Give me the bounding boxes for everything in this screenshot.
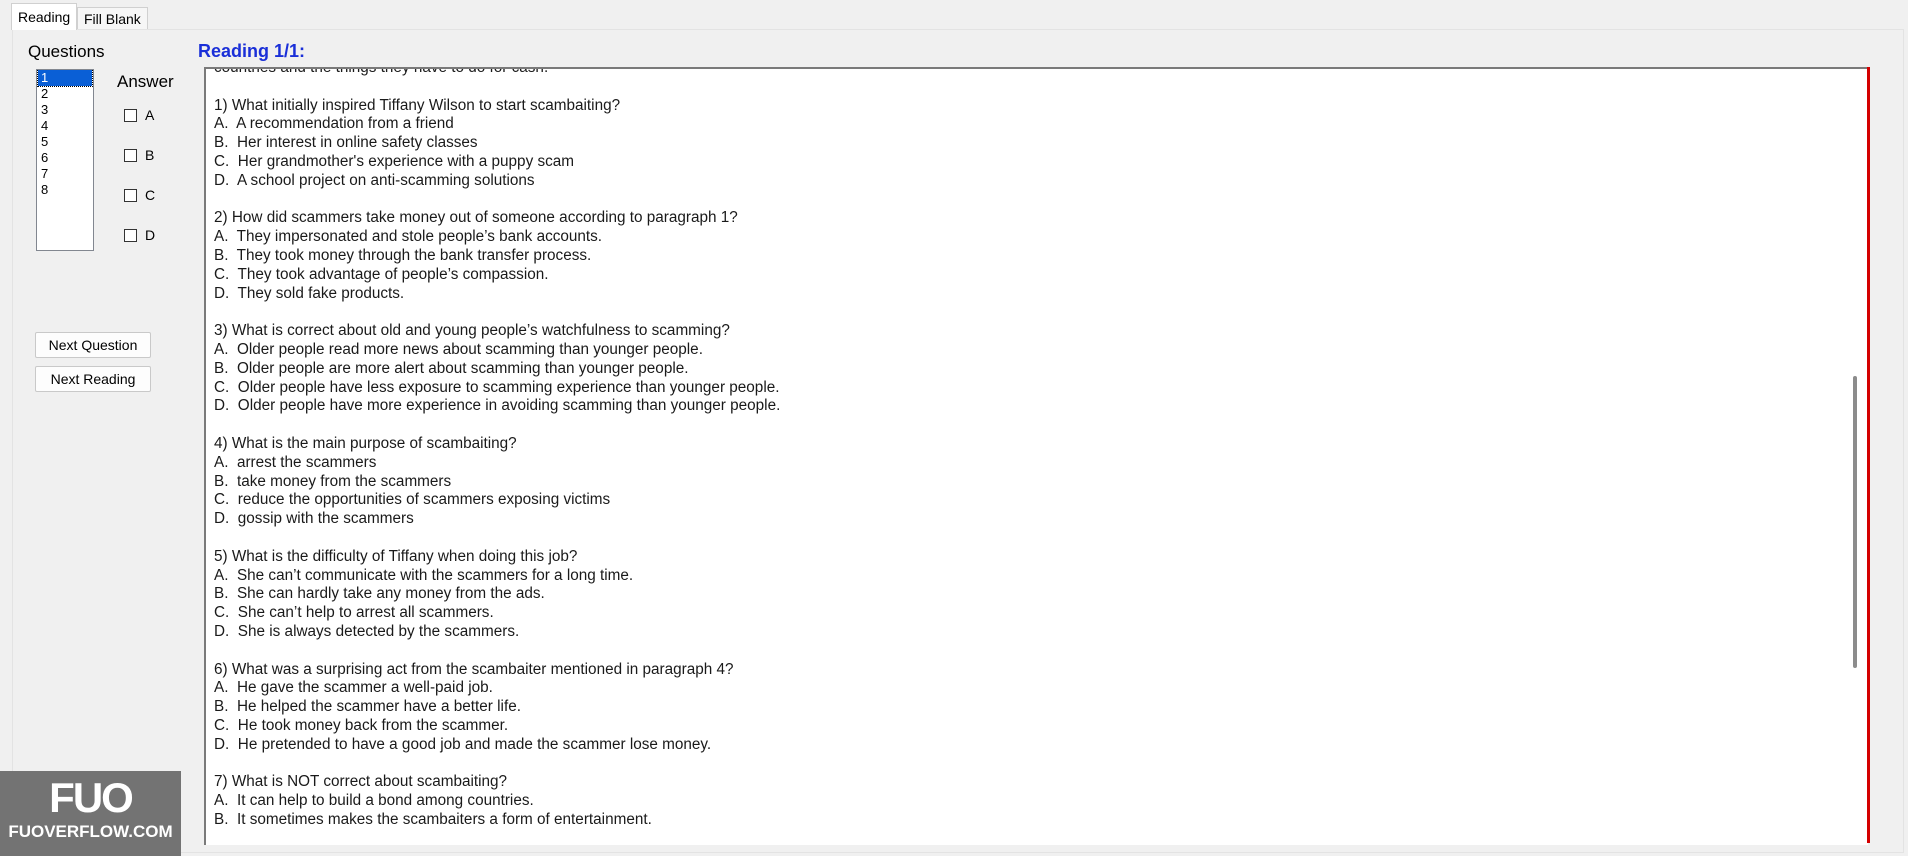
reading-line: C. She can’t help to arrest all scammers… <box>214 604 494 622</box>
question-list-item[interactable]: 5 <box>38 134 92 150</box>
reading-line: B. Older people are more alert about sca… <box>214 359 689 377</box>
reading-line: C. Older people have less exposure to sc… <box>214 378 780 396</box>
reading-line: D. They sold fake products. <box>214 284 405 302</box>
reading-line: D. Older people have more experience in … <box>214 397 781 415</box>
reading-line: B. It sometimes makes the scambaiters a … <box>214 810 652 828</box>
answer-option-c[interactable]: C <box>124 186 155 204</box>
checkbox-b[interactable] <box>124 148 137 162</box>
checkbox-d[interactable] <box>124 228 137 242</box>
checkbox-c[interactable] <box>124 188 137 202</box>
reading-line: A. Older people read more news about sca… <box>214 340 703 358</box>
reading-blank-line <box>214 191 1814 210</box>
logo-text: FUOVERFLOW.COM <box>8 822 173 841</box>
question-list-item[interactable]: 2 <box>38 86 92 102</box>
reading-line: D. gossip with the scammers <box>214 510 414 528</box>
reading-line: C. reduce the opportunities of scammers … <box>214 491 611 509</box>
tab-reading[interactable]: Reading <box>11 3 78 30</box>
reading-line: 2) How did scammers take money out of so… <box>214 209 738 227</box>
reading-line: A. She can’t communicate with the scamme… <box>214 566 634 584</box>
answer-option-d[interactable]: D <box>124 226 155 244</box>
reading-line: C. Her grandmother's experience with a p… <box>214 152 575 170</box>
question-list-item[interactable]: 3 <box>38 102 92 118</box>
reading-line: B. Her interest in online safety classes <box>214 134 478 152</box>
tab-fill-blank[interactable]: Fill Blank <box>77 7 148 30</box>
reading-text: countries and the things they have to do… <box>214 67 1814 830</box>
questions-label: Questions <box>28 42 105 61</box>
question-list-item[interactable]: 6 <box>38 150 92 166</box>
reading-line: D. He pretended to have a good job and m… <box>214 735 712 753</box>
answer-option-b[interactable]: B <box>124 146 154 164</box>
checkbox-a[interactable] <box>124 108 137 122</box>
reading-line: 6) What was a surprising act from the sc… <box>214 660 734 678</box>
reading-line: 7) What is NOT correct about scambaiting… <box>214 773 508 791</box>
answer-option-label: C <box>145 187 156 203</box>
reading-blank-line <box>214 416 1814 435</box>
red-border-line <box>1867 67 1870 843</box>
scrollbar-thumb[interactable] <box>1853 376 1857 668</box>
reading-line: 3) What is correct about old and young p… <box>214 322 730 340</box>
tab-strip: Reading Fill Blank <box>0 0 1908 30</box>
reading-blank-line <box>214 642 1814 661</box>
question-list-item[interactable]: 4 <box>38 118 92 134</box>
reading-textbox[interactable]: countries and the things they have to do… <box>204 67 1868 845</box>
answer-label: Answer <box>117 72 174 91</box>
next-question-button[interactable]: Next Question <box>35 332 151 358</box>
answer-option-label: D <box>145 227 156 243</box>
reading-line: A. It can help to build a bond among cou… <box>214 792 534 810</box>
reading-line: 4) What is the main purpose of scambaiti… <box>214 434 517 452</box>
answer-option-a[interactable]: A <box>124 106 154 124</box>
reading-blank-line <box>214 529 1814 548</box>
reading-line: B. She can hardly take any money from th… <box>214 585 545 603</box>
question-list-item[interactable]: 1 <box>37 70 93 87</box>
reading-blank-line <box>214 754 1814 773</box>
answer-option-label: B <box>145 147 155 163</box>
reading-line: C. He took money back from the scammer. <box>214 716 509 734</box>
reading-line: B. take money from the scammers <box>214 472 452 490</box>
reading-line: A. A recommendation from a friend <box>214 115 454 133</box>
reading-line: A. arrest the scammers <box>214 453 377 471</box>
reading-line: D. She is always detected by the scammer… <box>214 622 520 640</box>
reading-line: B. They took money through the bank tran… <box>214 246 592 264</box>
reading-line: A. They impersonated and stole people’s … <box>214 228 603 246</box>
next-reading-button[interactable]: Next Reading <box>35 366 151 392</box>
reading-title: Reading 1/1: <box>198 41 306 61</box>
question-list-item[interactable]: 8 <box>38 182 92 198</box>
reading-line: A. He gave the scammer a well-paid job. <box>214 679 493 697</box>
reading-line: 5) What is the difficulty of Tiffany whe… <box>214 547 578 565</box>
watermark-logo: FUO FUOVERFLOW.COM <box>0 771 181 856</box>
question-list-item[interactable]: 7 <box>38 166 92 182</box>
questions-listbox[interactable]: 1 2 3 4 5 6 7 8 <box>36 69 94 251</box>
reading-line: C. They took advantage of people’s compa… <box>214 265 549 283</box>
reading-blank-line <box>214 303 1814 322</box>
logo-mark: FUO <box>49 774 134 821</box>
reading-line: D. A school project on anti-scamming sol… <box>214 171 535 189</box>
reading-line: 1) What initially inspired Tiffany Wilso… <box>214 96 621 114</box>
answer-option-label: A <box>145 107 155 123</box>
reading-blank-line <box>214 78 1814 97</box>
reading-line: B. He helped the scammer have a better l… <box>214 698 521 716</box>
reading-line: countries and the things they have to do… <box>214 67 549 76</box>
